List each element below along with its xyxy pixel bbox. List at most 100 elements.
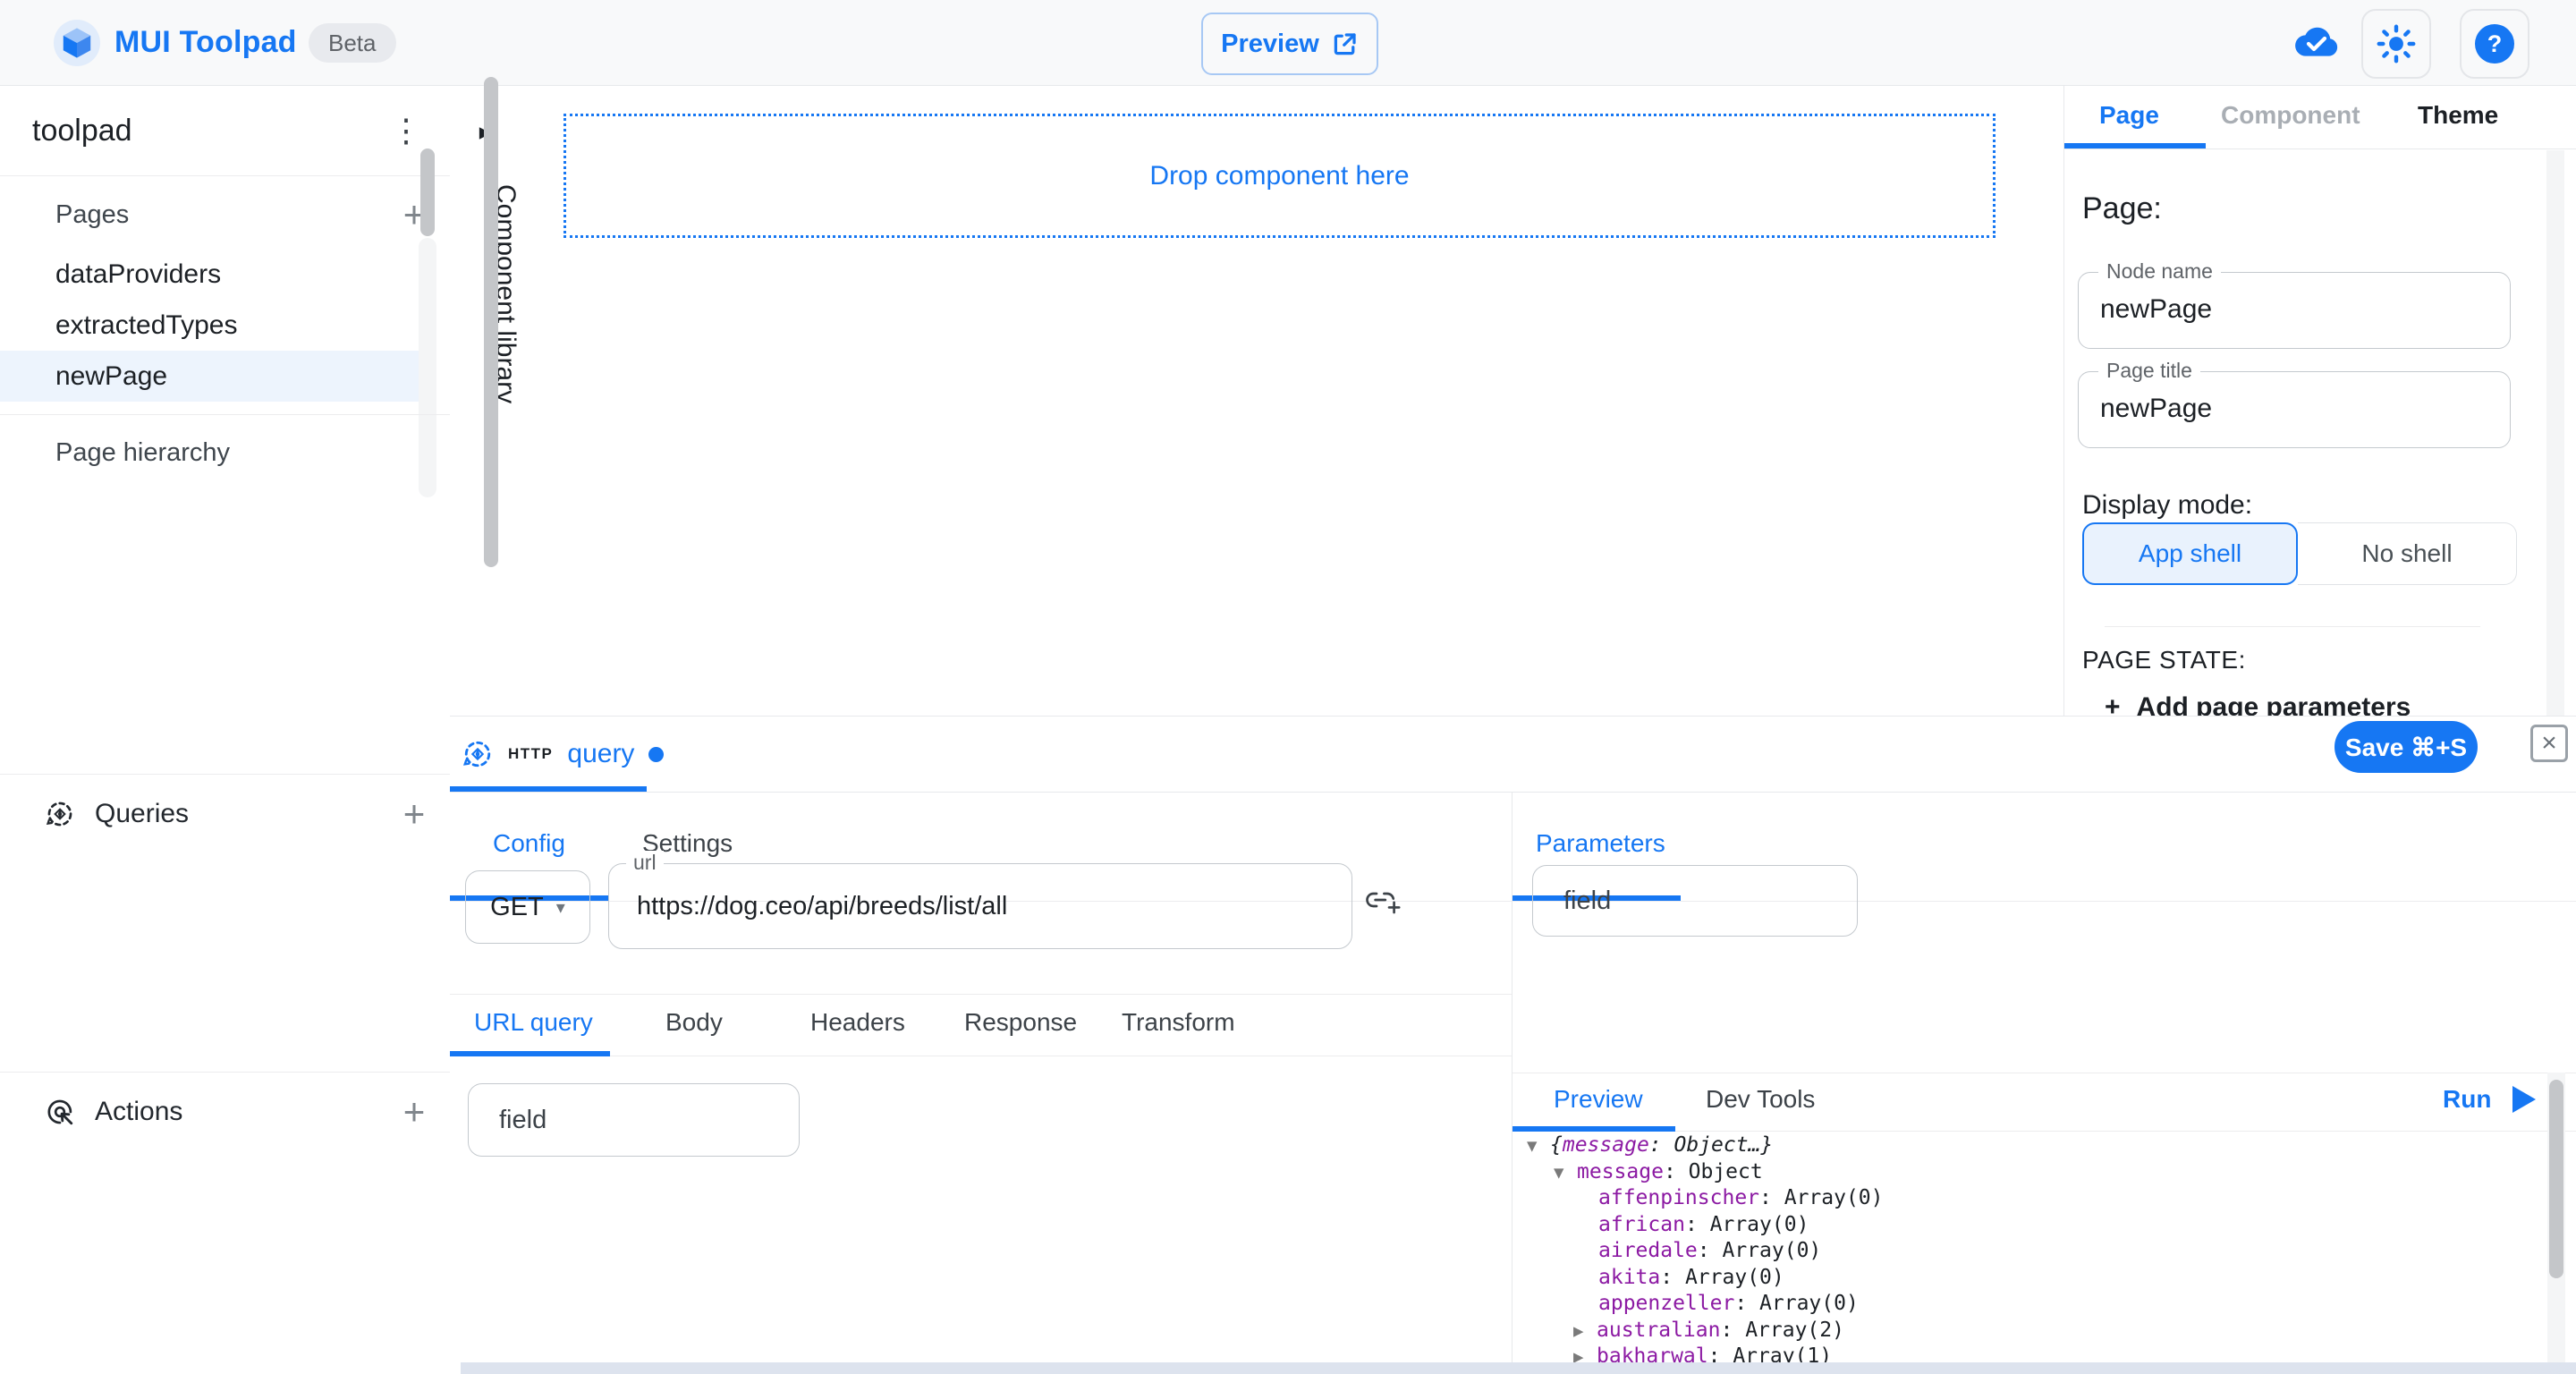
active-tab-indicator — [450, 1051, 610, 1056]
display-mode-label: Display mode: — [2082, 490, 2252, 521]
inspector-tabs: Page Component Theme — [2064, 86, 2576, 149]
query-kind-label: HTTP — [508, 745, 553, 763]
project-name: toolpad — [32, 86, 132, 175]
expander-icon[interactable]: ▼ — [1527, 1136, 1550, 1156]
url-query-field-input[interactable]: field — [468, 1083, 800, 1157]
mui-toolpad-app: MUI Toolpad Beta Preview — [0, 0, 2576, 1374]
json-tree-row[interactable]: ▶bakharwal: Array(1) — [1513, 1344, 2550, 1362]
page-canvas: Drop component here — [521, 86, 2063, 716]
tab-config[interactable]: Config — [493, 810, 565, 878]
parameters-field-input[interactable]: field — [1532, 865, 1858, 937]
pages-scrollbar-thumb[interactable] — [420, 148, 435, 236]
url-input-value[interactable]: https://dog.ceo/api/breeds/list/all — [637, 863, 1007, 949]
expander-icon[interactable]: ▶ — [1573, 1347, 1597, 1362]
sidebar-item-extractedtypes[interactable]: extractedTypes — [0, 300, 420, 351]
add-action-button[interactable]: + — [394, 1091, 435, 1132]
horizontal-scrollbar[interactable] — [461, 1362, 2576, 1374]
close-panel-button[interactable]: × — [2530, 725, 2568, 762]
close-icon: × — [2541, 728, 2557, 759]
result-tabs-strip — [1513, 1073, 2576, 1132]
query-editor-topbar: HTTP query Save ⌘+S × — [450, 717, 2576, 793]
http-method-value: GET — [490, 893, 544, 922]
mui-toolpad-logo-icon — [54, 20, 100, 66]
tab-body[interactable]: Body — [665, 994, 723, 1051]
inspector-scrollbar[interactable] — [2546, 150, 2564, 716]
preview-button[interactable]: Preview — [1201, 13, 1378, 75]
save-button[interactable]: Save ⌘+S — [2334, 721, 2478, 773]
inspector-scrollbar-thumb[interactable] — [484, 77, 498, 567]
tab-page[interactable]: Page — [2099, 86, 2159, 145]
page-item-label: newPage — [55, 361, 167, 392]
query-editor-panel: HTTP query Save ⌘+S × Config Settings GE… — [450, 716, 2576, 1374]
divider — [0, 1072, 450, 1073]
project-menu-button[interactable]: ⋮ — [383, 107, 429, 154]
sidebar-item-dataproviders[interactable]: dataProviders — [0, 249, 420, 300]
tab-response[interactable]: Response — [964, 994, 1077, 1051]
json-tree-row[interactable]: affenpinscher: Array(0) — [1513, 1186, 2550, 1213]
queries-label: Queries — [95, 799, 189, 829]
json-tree-row[interactable]: ▼message: Object — [1513, 1160, 2550, 1187]
add-page-parameters-label: Add page parameters — [2137, 692, 2411, 716]
json-tree-row[interactable]: appenzeller: Array(0) — [1513, 1292, 2550, 1319]
result-scrollbar-thumb[interactable] — [2549, 1080, 2563, 1278]
cloud-synced-icon — [2290, 23, 2340, 61]
json-result-tree: ▼{message: Object…} ▼message: Object aff… — [1513, 1133, 2550, 1362]
expander-icon[interactable]: ▼ — [1554, 1163, 1577, 1183]
plus-icon: + — [2105, 692, 2121, 716]
tab-preview[interactable]: Preview — [1554, 1073, 1643, 1126]
display-mode-app-shell-selected[interactable]: App shell — [2082, 522, 2298, 585]
divider — [0, 774, 450, 775]
page-section-heading: Page: — [2082, 191, 2162, 226]
tab-url-query[interactable]: URL query — [474, 994, 593, 1051]
chevron-down-icon: ▾ — [556, 896, 565, 919]
page-title-value[interactable]: newPage — [2100, 371, 2476, 446]
help-button[interactable]: ? — [2460, 9, 2529, 79]
query-icon — [462, 738, 494, 770]
add-link-binding-button[interactable] — [1364, 885, 1402, 915]
json-tree-row[interactable]: ▶australian: Array(2) — [1513, 1319, 2550, 1345]
inspector-panel: Page Component Theme Page: Node name new… — [2063, 86, 2576, 716]
actions-section-header: Actions — [0, 1087, 450, 1137]
query-tab[interactable]: HTTP query — [462, 717, 664, 792]
tab-component[interactable]: Component — [2221, 86, 2360, 145]
play-icon — [2512, 1086, 2536, 1113]
display-mode-no-shell[interactable]: No shell — [2298, 522, 2517, 585]
json-tree-row[interactable]: airedale: Array(0) — [1513, 1239, 2550, 1266]
divider — [2105, 626, 2480, 627]
divider — [0, 175, 450, 176]
expander-icon[interactable]: ▶ — [1573, 1321, 1597, 1341]
queries-section-header: Queries — [0, 789, 450, 839]
tab-transform[interactable]: Transform — [1122, 994, 1235, 1051]
run-query-button[interactable]: Run — [2443, 1073, 2536, 1126]
tab-theme[interactable]: Theme — [2418, 86, 2498, 145]
json-tree-row[interactable]: ▼{message: Object…} — [1513, 1133, 2550, 1160]
pages-section-header: Pages + — [0, 190, 450, 240]
display-mode-toggle: App shell No shell — [2082, 522, 2517, 585]
json-tree-row[interactable]: akita: Array(0) — [1513, 1266, 2550, 1293]
external-link-icon — [1332, 30, 1359, 57]
add-query-button[interactable]: + — [394, 793, 435, 835]
drop-component-zone[interactable]: Drop component here — [564, 114, 1996, 238]
parameters-field-value: field — [1563, 886, 1611, 916]
page-item-label: dataProviders — [55, 259, 221, 290]
node-name-value[interactable]: newPage — [2100, 272, 2476, 347]
divider — [0, 414, 450, 415]
tab-dev-tools[interactable]: Dev Tools — [1706, 1073, 1815, 1126]
json-tree-row[interactable]: african: Array(0) — [1513, 1213, 2550, 1240]
theme-toggle-button[interactable] — [2361, 9, 2431, 79]
pages-label: Pages — [55, 190, 129, 240]
run-label: Run — [2443, 1085, 2491, 1114]
beta-badge: Beta — [309, 23, 396, 63]
http-method-select[interactable]: GET ▾ — [465, 870, 590, 944]
preview-button-label: Preview — [1221, 30, 1319, 59]
app-title: MUI Toolpad — [114, 0, 297, 85]
query-name-label: query — [567, 739, 634, 769]
pages-scrollbar[interactable] — [419, 238, 436, 497]
add-page-parameters-button[interactable]: + Add page parameters — [2105, 692, 2411, 716]
sidebar-item-newpage-selected[interactable]: newPage — [0, 351, 420, 402]
tab-headers[interactable]: Headers — [810, 994, 905, 1051]
sun-icon — [2377, 24, 2416, 64]
project-header: toolpad ⋮ — [0, 86, 450, 175]
query-icon — [45, 799, 75, 829]
active-tab-indicator — [1513, 1126, 1675, 1132]
